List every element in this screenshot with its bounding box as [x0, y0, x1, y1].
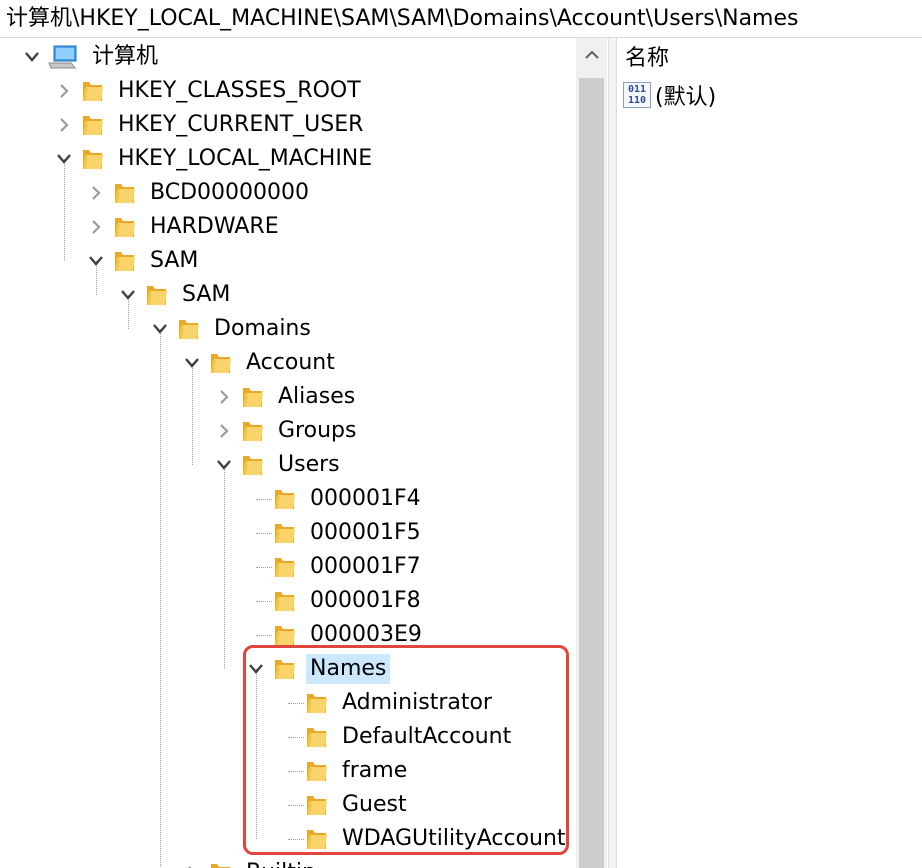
folder-icon	[272, 588, 298, 614]
tree-node-label: Aliases	[278, 384, 356, 409]
values-pane[interactable]: 名称 011 110 (默认)	[617, 38, 922, 868]
tree-leaf-spacer	[240, 516, 272, 550]
tree-node-bcd00000000[interactable]: BCD00000000	[80, 176, 313, 210]
folder-icon	[208, 350, 234, 376]
folder-icon	[240, 452, 266, 478]
tree-node-label: BCD00000000	[150, 180, 309, 205]
tree-vertical-scrollbar[interactable]	[576, 38, 607, 868]
tree-node-builtin[interactable]: Builtin	[176, 856, 320, 868]
column-header-name[interactable]: 名称	[625, 44, 669, 74]
value-name: (默认)	[655, 85, 717, 110]
pane-splitter[interactable]	[608, 38, 617, 868]
folder-icon	[272, 486, 298, 512]
tree-node-label: Users	[278, 452, 340, 477]
tree-node-sam[interactable]: SAM	[112, 278, 234, 312]
tree-node-computer[interactable]: 计算机	[16, 40, 162, 74]
tree-node-000001f7[interactable]: 000001F7	[240, 550, 425, 584]
chevron-down-icon[interactable]	[112, 278, 144, 312]
folder-icon	[208, 860, 234, 868]
chevron-right-icon[interactable]	[208, 380, 240, 414]
tree-node-label: 000001F7	[310, 554, 421, 579]
chevron-right-icon[interactable]	[48, 74, 80, 108]
tree-leaf-spacer	[240, 482, 272, 516]
tree-node-sam[interactable]: SAM	[80, 244, 202, 278]
tree-leaf-spacer	[240, 550, 272, 584]
chevron-right-icon[interactable]	[48, 108, 80, 142]
tree-node-label: HKEY_CURRENT_USER	[118, 112, 364, 137]
chevron-right-icon[interactable]	[208, 414, 240, 448]
folder-icon	[112, 214, 138, 240]
folder-icon	[272, 520, 298, 546]
tree-guide-vertical	[224, 465, 225, 669]
tree-node-label: HKEY_CLASSES_ROOT	[118, 78, 361, 103]
folder-icon	[112, 248, 138, 274]
tree-node-hkey-classes-root[interactable]: HKEY_CLASSES_ROOT	[48, 74, 365, 108]
tree-node-label: 计算机	[92, 44, 159, 69]
tree-node-label: HARDWARE	[150, 214, 279, 239]
tree-node-label: 000001F5	[310, 520, 421, 545]
tree-node-hkey-local-machine[interactable]: HKEY_LOCAL_MACHINE	[48, 142, 376, 176]
tree-node-aliases[interactable]: Aliases	[208, 380, 359, 414]
tree-node-users[interactable]: Users	[208, 448, 344, 482]
tree-node-000001f4[interactable]: 000001F4	[240, 482, 425, 516]
folder-icon	[80, 146, 106, 172]
tree-node-label: Builtin	[242, 858, 320, 868]
tree-node-label: HKEY_LOCAL_MACHINE	[118, 146, 373, 171]
chevron-right-icon[interactable]	[176, 856, 208, 868]
folder-icon	[176, 316, 202, 342]
chevron-down-icon[interactable]	[144, 312, 176, 346]
chevron-right-icon[interactable]	[80, 176, 112, 210]
computer-icon	[48, 44, 80, 70]
folder-icon	[112, 180, 138, 206]
chevron-down-icon[interactable]	[208, 448, 240, 482]
folder-icon	[240, 384, 266, 410]
tree-node-label: Domains	[214, 316, 311, 341]
tree-leaf-spacer	[240, 584, 272, 618]
tree-node-label: 000001F4	[310, 486, 421, 511]
chevron-down-icon[interactable]	[48, 142, 80, 176]
scroll-up-arrow-icon[interactable]	[576, 38, 607, 72]
tree-node-account[interactable]: Account	[176, 346, 339, 380]
address-bar[interactable]: 计算机\HKEY_LOCAL_MACHINE\SAM\SAM\Domains\A…	[0, 0, 922, 38]
tree-node-label: Groups	[278, 418, 357, 443]
folder-icon	[240, 418, 266, 444]
tree-node-label: 000001F8	[310, 588, 421, 613]
folder-icon	[272, 554, 298, 580]
tree-node-000001f5[interactable]: 000001F5	[240, 516, 425, 550]
scrollbar-thumb[interactable]	[579, 78, 604, 868]
tree-guide-vertical	[160, 329, 161, 868]
tree-node-groups[interactable]: Groups	[208, 414, 360, 448]
chevron-down-icon[interactable]	[80, 244, 112, 278]
folder-icon	[80, 112, 106, 138]
chevron-down-icon[interactable]	[16, 40, 48, 74]
chevron-down-icon[interactable]	[176, 346, 208, 380]
tree-node-hardware[interactable]: HARDWARE	[80, 210, 283, 244]
value-row-default[interactable]: 011 110 (默认)	[623, 80, 716, 110]
tree-node-hkey-current-user[interactable]: HKEY_CURRENT_USER	[48, 108, 367, 142]
tree-node-label: SAM	[182, 282, 231, 307]
chevron-right-icon[interactable]	[80, 210, 112, 244]
highlight-annotation-box	[243, 645, 569, 855]
folder-icon	[80, 78, 106, 104]
tree-node-000001f8[interactable]: 000001F8	[240, 584, 425, 618]
address-path: 计算机\HKEY_LOCAL_MACHINE\SAM\SAM\Domains\A…	[6, 6, 799, 31]
folder-icon	[144, 282, 170, 308]
reg-binary-icon: 011 110	[623, 82, 651, 108]
tree-node-domains[interactable]: Domains	[144, 312, 315, 346]
tree-node-label: SAM	[150, 248, 199, 273]
tree-node-label: Account	[246, 350, 335, 375]
